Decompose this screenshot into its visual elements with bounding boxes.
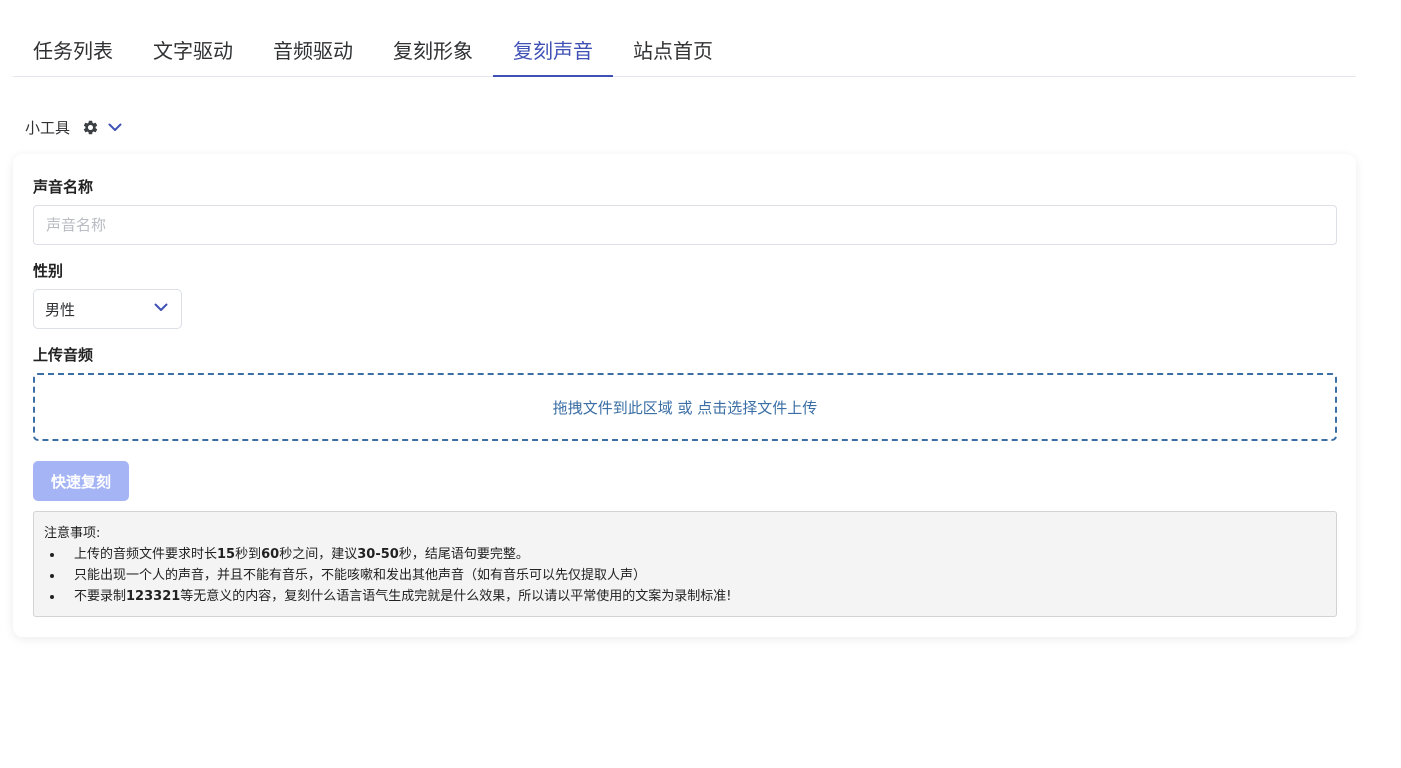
notes-panel: 注意事项: 上传的音频文件要求时长15秒到60秒之间，建议30-50秒，结尾语句… [33,511,1337,617]
gear-icon[interactable] [82,119,99,136]
chevron-down-icon [153,299,169,319]
clone-voice-card: 声音名称 性别 男性 上传音频 拖拽文件到此区域 或 点击选择文件上传 快速复刻… [13,154,1356,637]
upload-hint: 拖拽文件到此区域 或 点击选择文件上传 [552,398,818,417]
tab-text-driven[interactable]: 文字驱动 [133,28,253,75]
tools-menu[interactable]: 小工具 [25,116,123,138]
quick-clone-button[interactable]: 快速复刻 [33,461,129,501]
list-item: 只能出现一个人的声音，并且不能有音乐，不能咳嗽和发出其他声音（如有音乐可以先仅提… [64,565,1326,586]
voice-name-label: 声音名称 [33,178,94,196]
notes-list: 上传的音频文件要求时长15秒到60秒之间，建议30-50秒，结尾语句要完整。 只… [44,544,1326,607]
gender-label: 性别 [33,262,64,280]
tab-clone-voice[interactable]: 复刻声音 [493,28,613,77]
gender-select[interactable]: 男性 [33,289,182,329]
gender-selected-value: 男性 [45,300,76,319]
tab-clone-avatar[interactable]: 复刻形象 [373,28,493,75]
tab-task-list[interactable]: 任务列表 [13,28,133,75]
tab-site-home[interactable]: 站点首页 [613,28,733,75]
chevron-down-icon[interactable] [107,119,123,135]
list-item: 不要录制123321等无意义的内容，复刻什么语言语气生成完就是什么效果，所以请以… [64,586,1326,607]
notes-title: 注意事项: [44,526,101,541]
main-tabs: 任务列表 文字驱动 音频驱动 复刻形象 复刻声音 站点首页 [13,28,1356,77]
tools-label: 小工具 [25,118,71,137]
tab-audio-driven[interactable]: 音频驱动 [253,28,373,75]
list-item: 上传的音频文件要求时长15秒到60秒之间，建议30-50秒，结尾语句要完整。 [64,544,1326,565]
voice-name-input[interactable] [33,205,1337,245]
upload-audio-label: 上传音频 [33,346,94,364]
audio-upload-dropzone[interactable]: 拖拽文件到此区域 或 点击选择文件上传 [33,373,1337,441]
